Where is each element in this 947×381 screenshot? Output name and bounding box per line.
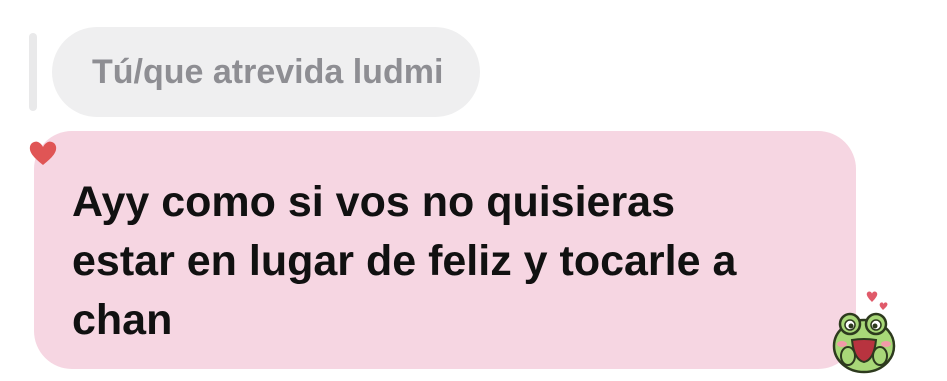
message-line: chan xyxy=(72,296,173,344)
message-text: Ayy como si vos no quisieras estar en lu… xyxy=(72,173,826,350)
message-line: estar en lugar de feliz y tocarle a xyxy=(72,237,737,285)
frog-sticker-icon[interactable] xyxy=(828,288,908,378)
message-bubble[interactable]: Ayy como si vos no quisieras estar en lu… xyxy=(34,131,856,369)
message-line: Ayy como si vos no quisieras xyxy=(72,178,676,226)
heart-icon[interactable] xyxy=(28,138,58,168)
quoted-reply-text: Tú/que atrevida ludmi xyxy=(92,52,444,91)
reply-indicator-bar xyxy=(29,33,37,111)
quoted-reply-bubble[interactable]: Tú/que atrevida ludmi xyxy=(52,27,481,117)
